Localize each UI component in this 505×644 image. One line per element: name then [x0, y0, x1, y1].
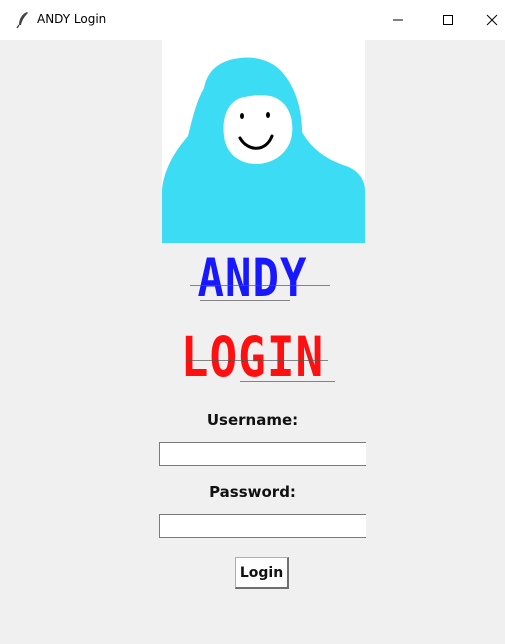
close-icon [486, 14, 498, 26]
title-bar[interactable]: ANDY Login [0, 0, 505, 40]
username-label: Username: [206, 411, 299, 429]
password-label: Password: [209, 483, 296, 501]
avatar-image [162, 40, 365, 243]
window-title: ANDY Login [37, 12, 107, 26]
minimize-icon [393, 19, 403, 21]
maximize-icon [443, 15, 453, 25]
login-window: ANDY Login ANDY LOGIN Username: Password… [0, 0, 505, 644]
glitch-line [200, 300, 290, 301]
maximize-button[interactable] [425, 0, 471, 40]
glitch-line [240, 381, 335, 382]
feather-icon [16, 12, 28, 29]
password-input[interactable] [159, 514, 366, 538]
username-input[interactable] [159, 442, 366, 466]
login-logo-text: LOGIN [180, 324, 325, 390]
gorilla-avatar-icon [162, 40, 365, 243]
minimize-button[interactable] [375, 0, 421, 40]
glitch-line [188, 360, 328, 361]
login-button[interactable]: Login [235, 557, 289, 589]
close-button[interactable] [469, 0, 505, 40]
glitch-line [190, 285, 330, 286]
